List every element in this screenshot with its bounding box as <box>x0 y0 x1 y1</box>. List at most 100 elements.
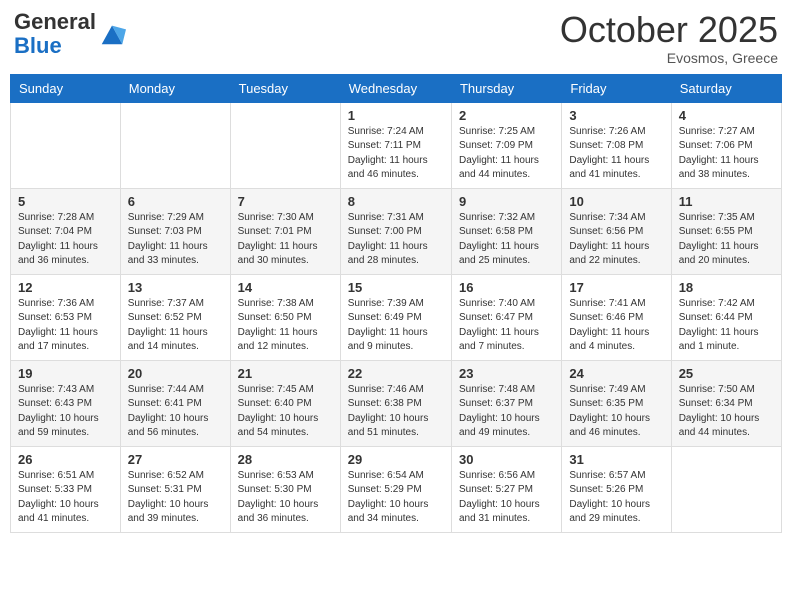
logo-blue-text: Blue <box>14 33 62 58</box>
day-number: 24 <box>569 366 663 381</box>
day-number: 28 <box>238 452 333 467</box>
month-title: October 2025 <box>560 10 778 50</box>
calendar-cell: 29 Sunrise: 6:54 AM Sunset: 5:29 PM Dayli… <box>340 446 451 532</box>
day-number: 10 <box>569 194 663 209</box>
calendar-week-row: 1Sunrise: 7:24 AM Sunset: 7:11 PM Daylig… <box>11 102 782 188</box>
day-info: Sunrise: 7:48 AM Sunset: 6:37 PM Dayligh… <box>459 383 554 441</box>
day-info: Sunrise: 7:25 AM Sunset: 7:09 PM Dayligh… <box>459 125 554 183</box>
day-number: 7 <box>238 194 333 209</box>
calendar-cell: 9 Sunrise: 7:32 AM Sunset: 6:58 PM Daylig… <box>451 188 561 274</box>
day-number: 13 <box>128 280 223 295</box>
day-number: 14 <box>238 280 333 295</box>
day-info: Sunrise: 7:40 AM Sunset: 6:47 PM Dayligh… <box>459 297 554 355</box>
day-number: 29 <box>348 452 444 467</box>
day-number: 1 <box>348 108 444 123</box>
day-info: Sunrise: 7:46 AM Sunset: 6:38 PM Dayligh… <box>348 383 444 441</box>
day-info: Sunrise: 6:57 AM Sunset: 5:26 PM Dayligh… <box>569 469 663 527</box>
day-number: 17 <box>569 280 663 295</box>
day-number: 25 <box>679 366 774 381</box>
day-info: Sunrise: 7:41 AM Sunset: 6:46 PM Dayligh… <box>569 297 663 355</box>
calendar-cell: 2 Sunrise: 7:25 AM Sunset: 7:09 PM Daylig… <box>451 102 561 188</box>
day-info: Sunrise: 7:36 AM Sunset: 6:53 PM Dayligh… <box>18 297 113 355</box>
day-info: Sunrise: 7:42 AM Sunset: 6:44 PM Dayligh… <box>679 297 774 355</box>
day-info: Sunrise: 7:35 AM Sunset: 6:55 PM Dayligh… <box>679 211 774 269</box>
logo-general-text: General <box>14 9 96 34</box>
day-number: 15 <box>348 280 444 295</box>
weekday-header: Thursday <box>451 74 561 102</box>
calendar-cell: 16 Sunrise: 7:40 AM Sunset: 6:47 PM Dayli… <box>451 274 561 360</box>
calendar-week-row: 5 Sunrise: 7:28 AM Sunset: 7:04 PM Daylig… <box>11 188 782 274</box>
day-info: Sunrise: 7:32 AM Sunset: 6:58 PM Dayligh… <box>459 211 554 269</box>
weekday-header-row: SundayMondayTuesdayWednesdayThursdayFrid… <box>11 74 782 102</box>
calendar-week-row: 19Sunrise: 7:43 AM Sunset: 6:43 PM Dayli… <box>11 360 782 446</box>
logo-icon <box>98 20 126 48</box>
calendar-cell: 14 Sunrise: 7:38 AM Sunset: 6:50 PM Dayli… <box>230 274 340 360</box>
calendar-cell: 24 Sunrise: 7:49 AM Sunset: 6:35 PM Dayli… <box>562 360 671 446</box>
location-title: Evosmos, Greece <box>560 50 778 66</box>
day-info: Sunrise: 7:37 AM Sunset: 6:52 PM Dayligh… <box>128 297 223 355</box>
day-info: Sunrise: 7:49 AM Sunset: 6:35 PM Dayligh… <box>569 383 663 441</box>
calendar-cell: 30Sunrise: 6:56 AM Sunset: 5:27 PM Dayli… <box>451 446 561 532</box>
calendar-cell <box>671 446 781 532</box>
day-number: 11 <box>679 194 774 209</box>
calendar-cell: 6 Sunrise: 7:29 AM Sunset: 7:03 PM Daylig… <box>120 188 230 274</box>
calendar-cell: 25 Sunrise: 7:50 AM Sunset: 6:34 PM Dayli… <box>671 360 781 446</box>
calendar-cell: 28 Sunrise: 6:53 AM Sunset: 5:30 PM Dayli… <box>230 446 340 532</box>
day-number: 6 <box>128 194 223 209</box>
calendar-cell: 1Sunrise: 7:24 AM Sunset: 7:11 PM Daylig… <box>340 102 451 188</box>
day-info: Sunrise: 7:31 AM Sunset: 7:00 PM Dayligh… <box>348 211 444 269</box>
day-number: 16 <box>459 280 554 295</box>
calendar-cell: 7Sunrise: 7:30 AM Sunset: 7:01 PM Daylig… <box>230 188 340 274</box>
day-number: 2 <box>459 108 554 123</box>
day-info: Sunrise: 7:39 AM Sunset: 6:49 PM Dayligh… <box>348 297 444 355</box>
calendar-cell: 11 Sunrise: 7:35 AM Sunset: 6:55 PM Dayli… <box>671 188 781 274</box>
day-number: 21 <box>238 366 333 381</box>
weekday-header: Friday <box>562 74 671 102</box>
calendar-week-row: 12 Sunrise: 7:36 AM Sunset: 6:53 PM Dayli… <box>11 274 782 360</box>
day-info: Sunrise: 6:53 AM Sunset: 5:30 PM Dayligh… <box>238 469 333 527</box>
calendar-cell: 26 Sunrise: 6:51 AM Sunset: 5:33 PM Dayli… <box>11 446 121 532</box>
day-info: Sunrise: 6:52 AM Sunset: 5:31 PM Dayligh… <box>128 469 223 527</box>
day-info: Sunrise: 7:50 AM Sunset: 6:34 PM Dayligh… <box>679 383 774 441</box>
day-number: 22 <box>348 366 444 381</box>
calendar-cell: 31 Sunrise: 6:57 AM Sunset: 5:26 PM Dayli… <box>562 446 671 532</box>
day-info: Sunrise: 7:45 AM Sunset: 6:40 PM Dayligh… <box>238 383 333 441</box>
logo: General Blue <box>14 10 126 58</box>
calendar-cell: 22 Sunrise: 7:46 AM Sunset: 6:38 PM Dayli… <box>340 360 451 446</box>
day-number: 5 <box>18 194 113 209</box>
calendar-cell: 23Sunrise: 7:48 AM Sunset: 6:37 PM Dayli… <box>451 360 561 446</box>
day-info: Sunrise: 7:43 AM Sunset: 6:43 PM Dayligh… <box>18 383 113 441</box>
day-info: Sunrise: 7:28 AM Sunset: 7:04 PM Dayligh… <box>18 211 113 269</box>
day-number: 12 <box>18 280 113 295</box>
day-number: 9 <box>459 194 554 209</box>
calendar-cell <box>230 102 340 188</box>
day-info: Sunrise: 7:26 AM Sunset: 7:08 PM Dayligh… <box>569 125 663 183</box>
day-number: 4 <box>679 108 774 123</box>
day-info: Sunrise: 6:54 AM Sunset: 5:29 PM Dayligh… <box>348 469 444 527</box>
calendar-cell: 15 Sunrise: 7:39 AM Sunset: 6:49 PM Dayli… <box>340 274 451 360</box>
day-number: 26 <box>18 452 113 467</box>
weekday-header: Sunday <box>11 74 121 102</box>
weekday-header: Tuesday <box>230 74 340 102</box>
calendar-table: SundayMondayTuesdayWednesdayThursdayFrid… <box>10 74 782 533</box>
calendar-cell: 3 Sunrise: 7:26 AM Sunset: 7:08 PM Daylig… <box>562 102 671 188</box>
calendar-cell: 13 Sunrise: 7:37 AM Sunset: 6:52 PM Dayli… <box>120 274 230 360</box>
day-info: Sunrise: 7:34 AM Sunset: 6:56 PM Dayligh… <box>569 211 663 269</box>
calendar-cell <box>11 102 121 188</box>
calendar-cell: 5 Sunrise: 7:28 AM Sunset: 7:04 PM Daylig… <box>11 188 121 274</box>
day-number: 31 <box>569 452 663 467</box>
day-number: 18 <box>679 280 774 295</box>
calendar-cell: 8Sunrise: 7:31 AM Sunset: 7:00 PM Daylig… <box>340 188 451 274</box>
calendar-cell: 18 Sunrise: 7:42 AM Sunset: 6:44 PM Dayli… <box>671 274 781 360</box>
day-number: 3 <box>569 108 663 123</box>
day-number: 27 <box>128 452 223 467</box>
day-info: Sunrise: 6:51 AM Sunset: 5:33 PM Dayligh… <box>18 469 113 527</box>
day-info: Sunrise: 7:38 AM Sunset: 6:50 PM Dayligh… <box>238 297 333 355</box>
calendar-cell: 27 Sunrise: 6:52 AM Sunset: 5:31 PM Dayli… <box>120 446 230 532</box>
title-block: October 2025 Evosmos, Greece <box>560 10 778 66</box>
day-info: Sunrise: 7:29 AM Sunset: 7:03 PM Dayligh… <box>128 211 223 269</box>
calendar-cell: 4Sunrise: 7:27 AM Sunset: 7:06 PM Daylig… <box>671 102 781 188</box>
calendar-cell: 17 Sunrise: 7:41 AM Sunset: 6:46 PM Dayli… <box>562 274 671 360</box>
calendar-week-row: 26 Sunrise: 6:51 AM Sunset: 5:33 PM Dayli… <box>11 446 782 532</box>
page-header: General Blue October 2025 Evosmos, Greec… <box>10 10 782 66</box>
